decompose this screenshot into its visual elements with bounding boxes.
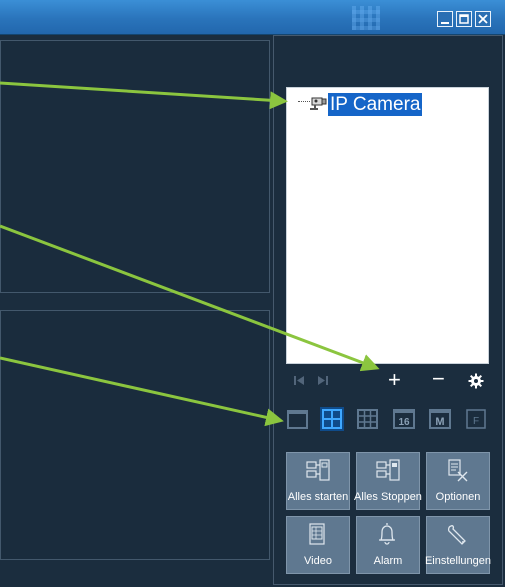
annotation-arrows	[0, 81, 380, 427]
arrow-to-add	[0, 224, 380, 372]
arrow-to-layout	[0, 356, 284, 427]
arrow-to-tree	[0, 81, 288, 110]
